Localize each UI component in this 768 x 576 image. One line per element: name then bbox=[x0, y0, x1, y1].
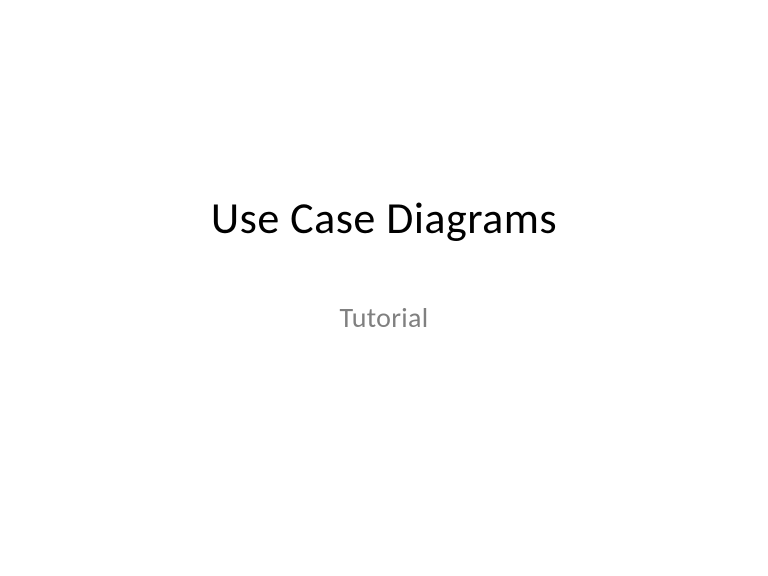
slide-title: Use Case Diagrams bbox=[211, 191, 557, 245]
slide-subtitle: Tutorial bbox=[340, 300, 429, 335]
title-slide: Use Case Diagrams Tutorial bbox=[0, 0, 768, 576]
